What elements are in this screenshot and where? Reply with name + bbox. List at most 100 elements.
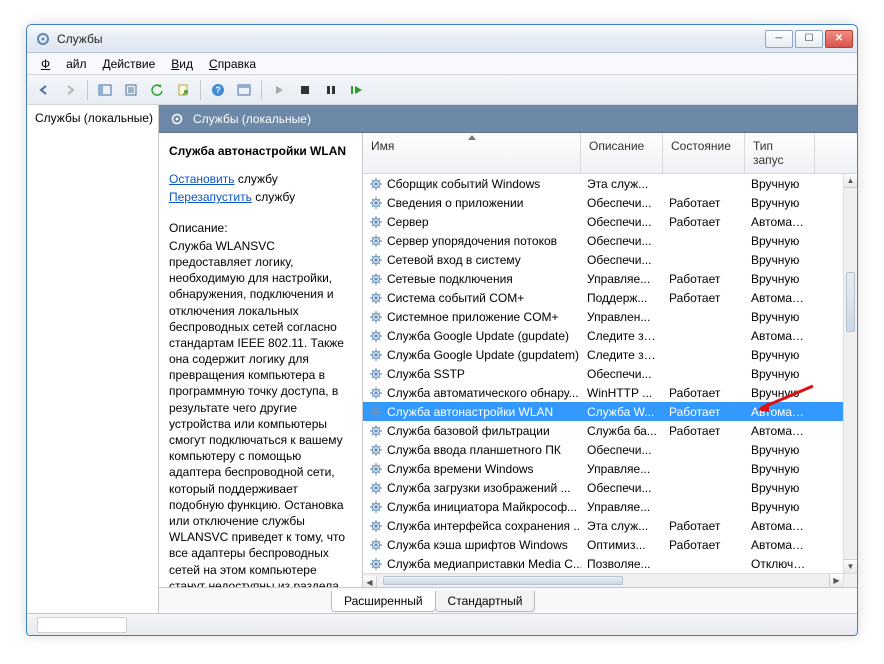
scroll-right-button[interactable]: ▶ <box>829 574 843 587</box>
show-hide-tree-button[interactable] <box>94 79 116 101</box>
column-description[interactable]: Описание <box>581 133 663 173</box>
service-row[interactable]: Сетевой вход в системуОбеспечи...Вручную <box>363 250 843 269</box>
service-description: Следите за... <box>581 348 663 362</box>
tab-extended[interactable]: Расширенный <box>331 591 436 612</box>
service-row[interactable]: Системное приложение COM+Управлен...Вруч… <box>363 307 843 326</box>
column-startup[interactable]: Тип запус <box>745 133 815 173</box>
service-description: Оптимиз... <box>581 538 663 552</box>
scroll-up-button[interactable]: ▲ <box>844 174 857 188</box>
tab-standard[interactable]: Стандартный <box>435 591 536 612</box>
maximize-button[interactable]: ☐ <box>795 30 823 48</box>
service-row[interactable]: Сведения о приложенииОбеспечи...Работает… <box>363 193 843 212</box>
service-icon <box>369 234 383 248</box>
column-state[interactable]: Состояние <box>663 133 745 173</box>
detail-pane: Служба автонастройки WLAN Остановить слу… <box>159 133 363 587</box>
service-state: Работает <box>663 386 745 400</box>
service-row[interactable]: Служба кэша шрифтов Windows Оптимиз...Раб… <box>363 535 843 554</box>
service-row[interactable]: Сборщик событий WindowsЭта служ...Вручну… <box>363 174 843 193</box>
console-tree-button[interactable] <box>233 79 255 101</box>
service-row[interactable]: Служба времени WindowsУправляе...Вручную <box>363 459 843 478</box>
scroll-thumb[interactable] <box>846 272 855 332</box>
titlebar[interactable]: Службы ─ ☐ ✕ <box>27 25 857 53</box>
service-icon <box>369 367 383 381</box>
column-name[interactable]: Имя <box>363 133 581 173</box>
service-startup: Вручную <box>745 272 815 286</box>
service-row[interactable]: Служба ввода планшетного ПКОбеспечи...Вр… <box>363 440 843 459</box>
service-name: Служба кэша шрифтов Windows <box>387 538 568 552</box>
tree-root-item[interactable]: Службы (локальные) <box>31 109 154 127</box>
service-name: Служба времени Windows <box>387 462 534 476</box>
refresh-button[interactable] <box>146 79 168 101</box>
tree-pane: Службы (локальные) <box>27 105 159 613</box>
service-name: Служба Google Update (gupdate) <box>387 329 569 343</box>
service-row[interactable]: СерверОбеспечи...РаботаетАвтомати... <box>363 212 843 231</box>
service-row[interactable]: Служба автоматического обнару...WinHTTP … <box>363 383 843 402</box>
service-row[interactable]: Служба базовой фильтрацииСлужба ба...Раб… <box>363 421 843 440</box>
service-description: Поддерж... <box>581 291 663 305</box>
service-description: Позволяе... <box>581 557 663 571</box>
services-window: Службы ─ ☐ ✕ ФФайлайл Действие Вид Справ… <box>26 24 858 636</box>
service-description: Управляе... <box>581 272 663 286</box>
service-name: Сервер <box>387 215 429 229</box>
service-row[interactable]: Служба интерфейса сохранения ...Эта служ… <box>363 516 843 535</box>
service-row[interactable]: Служба Google Update (gupdatem)Следите з… <box>363 345 843 364</box>
scroll-thumb[interactable] <box>383 576 623 585</box>
service-name: Сетевые подключения <box>387 272 513 286</box>
menu-file[interactable]: ФФайлайл <box>33 55 95 73</box>
service-name: Система событий COM+ <box>387 291 524 305</box>
scroll-down-button[interactable]: ▼ <box>844 559 857 573</box>
service-icon <box>369 519 383 533</box>
service-description: Следите за... <box>581 329 663 343</box>
selected-service-title: Служба автонастройки WLAN <box>169 143 352 159</box>
service-row[interactable]: Служба автонастройки WLANСлужба W...Рабо… <box>363 402 843 421</box>
service-description: Служба W... <box>581 405 663 419</box>
service-icon <box>369 329 383 343</box>
service-icon <box>369 310 383 324</box>
service-startup: Вручную <box>745 443 815 457</box>
service-list: Имя Описание Состояние Тип запус Сборщик… <box>363 133 857 587</box>
service-row[interactable]: Служба SSTPОбеспечи...Вручную <box>363 364 843 383</box>
properties-button[interactable] <box>120 79 142 101</box>
start-service-button[interactable] <box>268 79 290 101</box>
forward-button[interactable] <box>59 79 81 101</box>
pause-service-button[interactable] <box>320 79 342 101</box>
service-name: Сетевой вход в систему <box>387 253 521 267</box>
stop-service-link[interactable]: Остановить <box>169 172 235 186</box>
service-state: Работает <box>663 538 745 552</box>
back-button[interactable] <box>33 79 55 101</box>
stop-service-button[interactable] <box>294 79 316 101</box>
export-button[interactable] <box>172 79 194 101</box>
close-button[interactable]: ✕ <box>825 30 853 48</box>
service-state: Работает <box>663 196 745 210</box>
service-description: Эта служ... <box>581 519 663 533</box>
separator <box>87 80 88 100</box>
service-row[interactable]: Служба загрузки изображений ...Обеспечи.… <box>363 478 843 497</box>
service-row[interactable]: Сетевые подключения Управляе...РаботаетВр… <box>363 269 843 288</box>
restart-service-button[interactable] <box>346 79 368 101</box>
service-row[interactable]: Система событий COM+Поддерж...РаботаетАв… <box>363 288 843 307</box>
service-state: Работает <box>663 405 745 419</box>
service-name: Служба базовой фильтрации <box>387 424 550 438</box>
service-row[interactable]: Служба медиаприставки Media C...Позволяе… <box>363 554 843 573</box>
restart-service-link[interactable]: Перезапустить <box>169 190 252 204</box>
service-description: Обеспечи... <box>581 481 663 495</box>
service-row[interactable]: Служба Google Update (gupdate) Следите за… <box>363 326 843 345</box>
service-row[interactable]: Служба инициатора Майкрософ...Управляе..… <box>363 497 843 516</box>
horizontal-scrollbar[interactable]: ◀ ▶ <box>363 573 843 587</box>
menu-action[interactable]: Действие <box>95 55 164 73</box>
service-row[interactable]: Сервер упорядочения потоковОбеспечи...Вр… <box>363 231 843 250</box>
service-description: Обеспечи... <box>581 367 663 381</box>
menu-view[interactable]: Вид <box>163 55 201 73</box>
service-startup: Автомати... <box>745 329 815 343</box>
scroll-left-button[interactable]: ◀ <box>363 576 377 587</box>
vertical-scrollbar[interactable]: ▲ ▼ <box>843 174 857 573</box>
service-state: Работает <box>663 272 745 286</box>
menu-help[interactable]: Справка <box>201 55 264 73</box>
minimize-button[interactable]: ─ <box>765 30 793 48</box>
window-title: Службы <box>57 32 765 46</box>
service-description: Обеспечи... <box>581 443 663 457</box>
service-icon <box>369 500 383 514</box>
service-icon <box>369 348 383 362</box>
help-button[interactable]: ? <box>207 79 229 101</box>
service-description: Управлен... <box>581 310 663 324</box>
